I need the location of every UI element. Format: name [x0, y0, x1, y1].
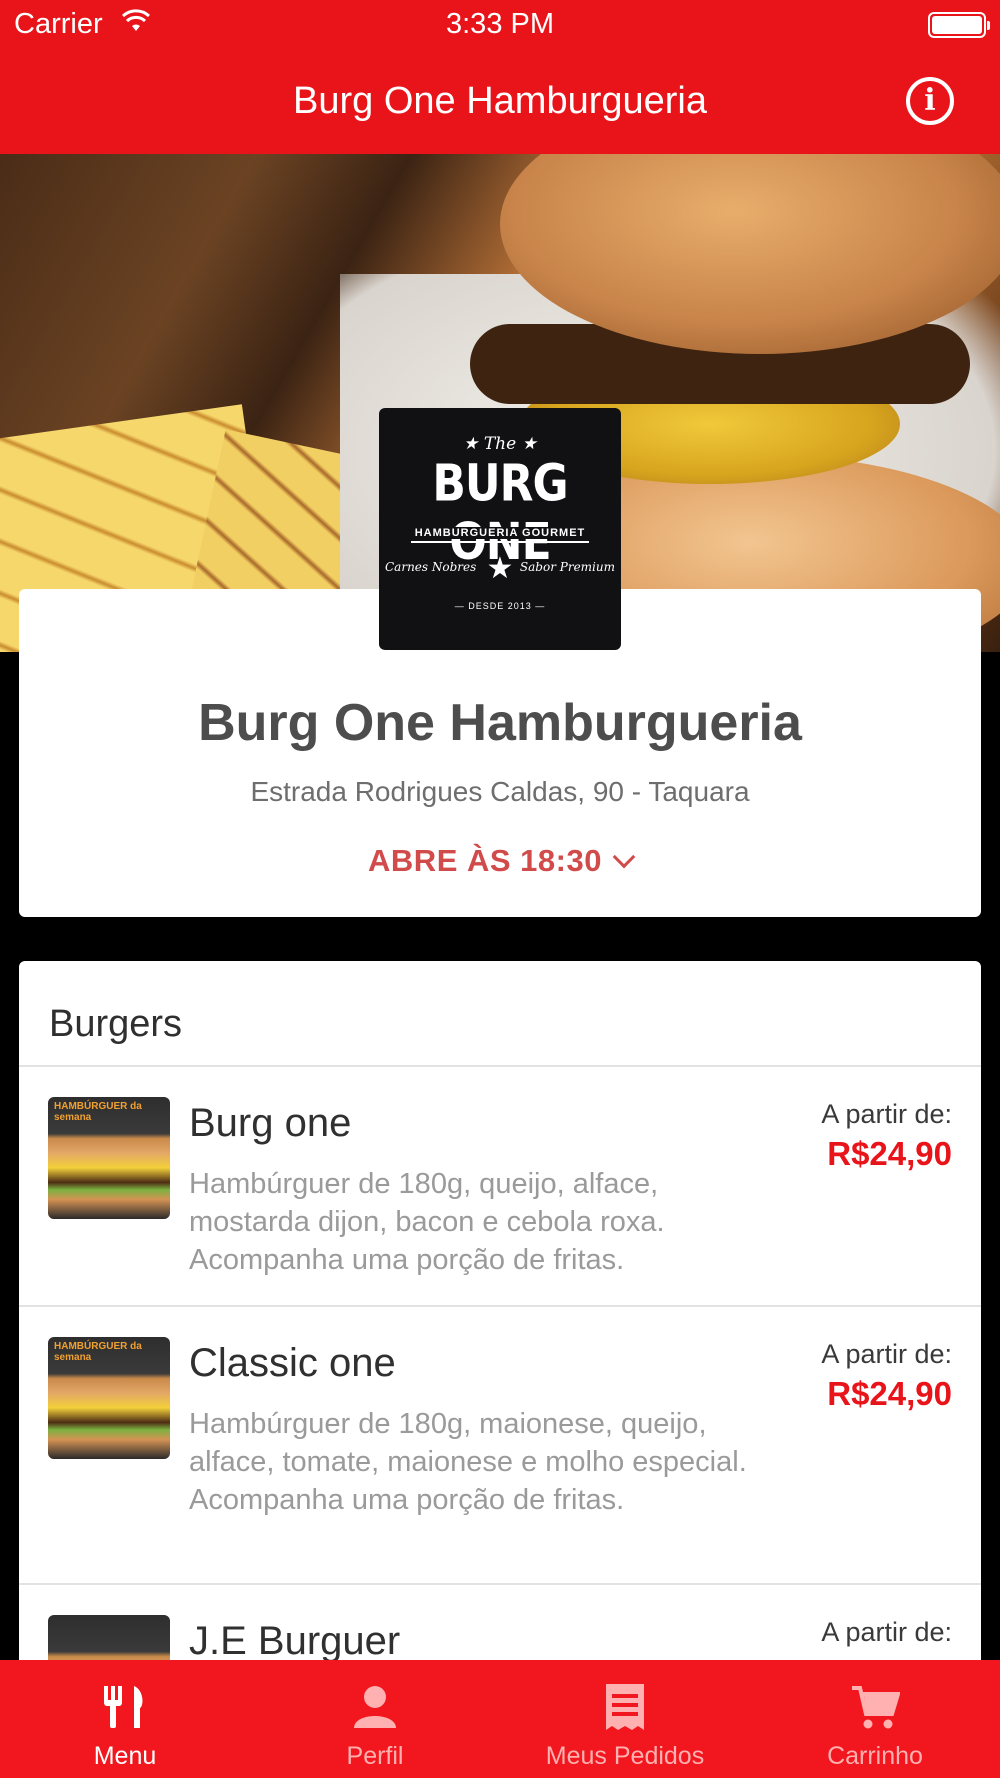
tab-label: Menu	[93, 1742, 157, 1770]
cart-icon	[852, 1686, 900, 1729]
menu-item-thumbnail: HAMBÚRGUER da semana	[48, 1097, 170, 1219]
tab-label: Meus Pedidos	[545, 1742, 705, 1770]
menu-item-price: R$24,90	[827, 1135, 952, 1172]
tab-label: Perfil	[346, 1742, 404, 1770]
nav-bar: Burg One Hamburgueria i	[0, 50, 1000, 154]
menu-item[interactable]: HAMBÚRGUER da semana Classic one Hambúrg…	[19, 1307, 981, 1585]
menu-item-name: J.E Burguer	[189, 1619, 401, 1663]
menu-card: Burgers HAMBÚRGUER da semana Burg one Ha…	[19, 961, 981, 1701]
menu-item-thumbnail: HAMBÚRGUER da semana	[48, 1337, 170, 1459]
person-icon	[354, 1686, 396, 1728]
nav-title: Burg One Hamburgueria	[293, 80, 707, 122]
tab-carrinho[interactable]: Carrinho	[750, 1660, 1000, 1778]
price-from-label: A partir de:	[821, 1339, 952, 1369]
price-from-label: A partir de:	[821, 1617, 952, 1647]
info-icon[interactable]: i	[906, 77, 954, 125]
tab-label: Carrinho	[827, 1742, 923, 1770]
status-time: 3:33 PM	[446, 8, 554, 40]
tab-menu[interactable]: Menu	[0, 1660, 250, 1778]
menu-item-name: Classic one	[189, 1341, 396, 1385]
opening-hours-label: ABRE ÀS 18:30	[368, 843, 602, 878]
menu-item-description: Hambúrguer de 180g, queijo, alface, most…	[189, 1168, 665, 1276]
receipt-icon	[606, 1684, 644, 1730]
menu-item-name: Burg one	[189, 1101, 352, 1145]
price-from-label: A partir de:	[821, 1099, 952, 1129]
chevron-down-icon	[612, 845, 636, 869]
restaurant-name: Burg One Hamburgueria	[198, 694, 802, 752]
status-bar: Carrier 3:33 PM	[0, 0, 1000, 50]
menu-item-description: Hambúrguer de 180g, maionese, queijo, al…	[189, 1408, 747, 1516]
restaurant-address: Estrada Rodrigues Caldas, 90 - Taquara	[250, 776, 750, 807]
battery-icon	[928, 12, 990, 38]
restaurant-logo: ★ The ★ BURG ONE HAMBURGUERIA GOURMET Ca…	[379, 408, 621, 650]
tab-perfil[interactable]: Perfil	[250, 1660, 500, 1778]
menu-item[interactable]: HAMBÚRGUER da semana Burg one Hambúrguer…	[19, 1067, 981, 1307]
section-title: Burgers	[49, 1003, 183, 1045]
fork-knife-icon	[104, 1686, 143, 1728]
tab-meus-pedidos[interactable]: Meus Pedidos	[500, 1660, 750, 1778]
menu-item-price: R$24,90	[827, 1375, 952, 1412]
opening-hours-toggle[interactable]: ABRE ÀS 18:30	[19, 843, 981, 879]
tab-bar: Menu Perfil Meus Pedidos Carrinho	[0, 1660, 1000, 1778]
